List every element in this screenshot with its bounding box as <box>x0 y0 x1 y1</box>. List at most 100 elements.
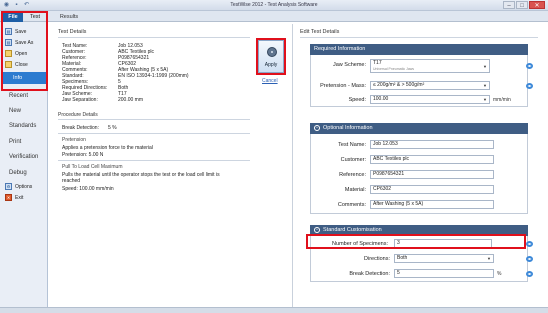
directions-value: Both <box>397 255 408 261</box>
specimens-label: Number of Specimens: <box>332 241 388 247</box>
divider <box>58 160 250 161</box>
pretension-mass-value: ≤ 200g/m² & > 500g/m² <box>373 82 425 88</box>
close-window-icon[interactable]: ✕ <box>529 1 545 9</box>
comments-input[interactable]: After Washing (5 x 5A) <box>370 200 494 209</box>
speed-unit: mm/min <box>493 97 511 103</box>
info-icon[interactable]: ◂▸ <box>526 63 533 69</box>
procedure-title: Procedure Details <box>58 112 98 118</box>
optional-info-title: Optional Information <box>323 125 373 131</box>
minimize-icon[interactable]: – <box>503 1 515 9</box>
backstage-recent[interactable]: Recent <box>9 93 28 99</box>
save-as-icon: ▤ <box>5 39 12 46</box>
apply-gear-icon <box>267 47 277 57</box>
break-detection-field-value: 5 <box>397 270 400 276</box>
customer-input[interactable]: ABC Textiles plc <box>370 155 494 164</box>
info-icon[interactable]: ◂▸ <box>526 271 533 277</box>
pretension-desc: Applies a pretension force to the materi… <box>62 145 153 151</box>
jaw-scheme-subtext: Universal Pneumatic Jaws <box>373 67 415 71</box>
break-detection-label: Break Detection: <box>62 125 99 131</box>
divider <box>300 37 538 38</box>
pull-desc-line-2: reached <box>62 178 81 184</box>
speed-label: Speed: <box>348 97 366 103</box>
open-folder-icon <box>5 50 12 57</box>
pane-divider <box>292 24 293 313</box>
file-backstage: ▤ Save ▤ Save As Open Close Info Recent … <box>0 22 48 313</box>
backstage-save[interactable]: ▤ Save <box>5 28 26 35</box>
ribbon-tabs: File Test Results <box>0 11 548 22</box>
maximize-icon[interactable]: □ <box>516 1 528 9</box>
reference-input[interactable]: P0987654321 <box>370 170 494 179</box>
material-input[interactable]: CP6302 <box>370 185 494 194</box>
status-bar <box>0 307 548 313</box>
break-detection-field-label: Break Detection: <box>349 271 390 277</box>
backstage-exit[interactable]: ✕ Exit <box>5 194 23 201</box>
break-detection-row: Break Detection: 5 % <box>62 125 117 131</box>
comments-label: Comments: <box>337 202 366 208</box>
material-label: Material: <box>344 187 366 193</box>
directions-label: Directions: <box>364 256 390 262</box>
tab-file[interactable]: File <box>3 12 23 22</box>
tab-results[interactable]: Results <box>57 12 81 22</box>
reference-label: Reference: <box>339 172 366 178</box>
pretension-mass-dropdown[interactable]: ≤ 200g/m² & > 500g/m² ▼ <box>370 81 490 90</box>
backstage-standards[interactable]: Standards <box>9 123 36 129</box>
backstage-close[interactable]: Close <box>5 61 28 68</box>
divider <box>58 133 250 134</box>
speed-dropdown[interactable]: 100.00 ▼ <box>370 95 490 104</box>
speed-value: 100.00 <box>373 96 389 102</box>
detail-value: 200.00 mm <box>118 97 144 103</box>
backstage-print[interactable]: Print <box>9 139 21 145</box>
close-folder-icon <box>5 61 12 68</box>
backstage-close-label: Close <box>15 61 28 68</box>
cancel-link[interactable]: Cancel <box>262 78 278 84</box>
customer-value: ABC Textiles plc <box>373 156 410 162</box>
detail-row-jaw-separation: Jaw Separation: 200.00 mm <box>62 97 143 103</box>
test-name-value: Job 12.053 <box>373 141 398 147</box>
chevron-down-icon: ▼ <box>487 256 491 261</box>
specimens-input[interactable]: 3 <box>394 239 492 248</box>
pull-desc-line-1: Pulls the material until the operator st… <box>62 172 220 178</box>
backstage-open[interactable]: Open <box>5 50 27 57</box>
chevron-down-icon: ▼ <box>483 83 487 88</box>
backstage-info[interactable]: Info <box>3 72 46 84</box>
window-controls: – □ ✕ <box>503 1 545 9</box>
apply-button[interactable]: Apply <box>258 40 284 73</box>
info-icon[interactable]: ◂▸ <box>526 83 533 89</box>
optional-info-header[interactable]: ^ Optional Information <box>310 123 528 134</box>
specimens-value: 3 <box>397 240 400 246</box>
title-bar: ◉ ▪ ↶ TestWise 2012 - Test Analysis Soft… <box>0 0 548 11</box>
tab-test[interactable]: Test <box>25 12 45 22</box>
info-icon[interactable]: ◂▸ <box>526 256 533 262</box>
edit-details-title: Edit Test Details <box>300 29 340 35</box>
apply-label: Apply <box>264 62 278 68</box>
divider <box>58 119 250 120</box>
pull-title: Pull To Load Cell Maximum <box>62 164 123 170</box>
jaw-scheme-dropdown[interactable]: T17 Universal Pneumatic Jaws ▼ <box>370 59 490 73</box>
comments-value: After Washing (5 x 5A) <box>373 201 424 207</box>
backstage-save-as-label: Save As <box>15 39 34 46</box>
test-name-input[interactable]: Job 12.053 <box>370 140 494 149</box>
backstage-exit-label: Exit <box>15 194 24 201</box>
chevron-down-icon: ▼ <box>483 64 487 69</box>
pull-speed: Speed: 100.00 mm/min <box>62 186 114 192</box>
jaw-scheme-label: Jaw Scheme: <box>332 62 366 68</box>
material-value: CP6302 <box>373 186 392 192</box>
backstage-debug[interactable]: Debug <box>9 170 27 176</box>
backstage-new[interactable]: New <box>9 108 21 114</box>
standard-customisation-header[interactable]: ^ Standard Customisation <box>310 225 528 236</box>
backstage-open-label: Open <box>15 50 28 57</box>
backstage-options-label: Options <box>15 183 33 190</box>
backstage-save-as[interactable]: ▤ Save As <box>5 39 33 46</box>
info-icon[interactable]: ◂▸ <box>526 241 533 247</box>
pretension-title: Pretension <box>62 137 86 143</box>
backstage-save-label: Save <box>15 28 27 35</box>
backstage-options[interactable]: ⚙ Options <box>5 183 32 190</box>
directions-dropdown[interactable]: Both ▼ <box>394 254 494 263</box>
exit-icon: ✕ <box>5 194 12 201</box>
required-info-header: Required Information <box>310 44 528 55</box>
detail-value: EN ISO 13934-1:1999 (200mm) <box>118 73 189 79</box>
break-detection-input[interactable]: 5 <box>394 269 494 278</box>
standard-customisation-title: Standard Customisation <box>323 227 382 233</box>
backstage-verification[interactable]: Verification <box>9 154 38 160</box>
pretension-value: Pretension: 5.00 N <box>62 152 104 158</box>
